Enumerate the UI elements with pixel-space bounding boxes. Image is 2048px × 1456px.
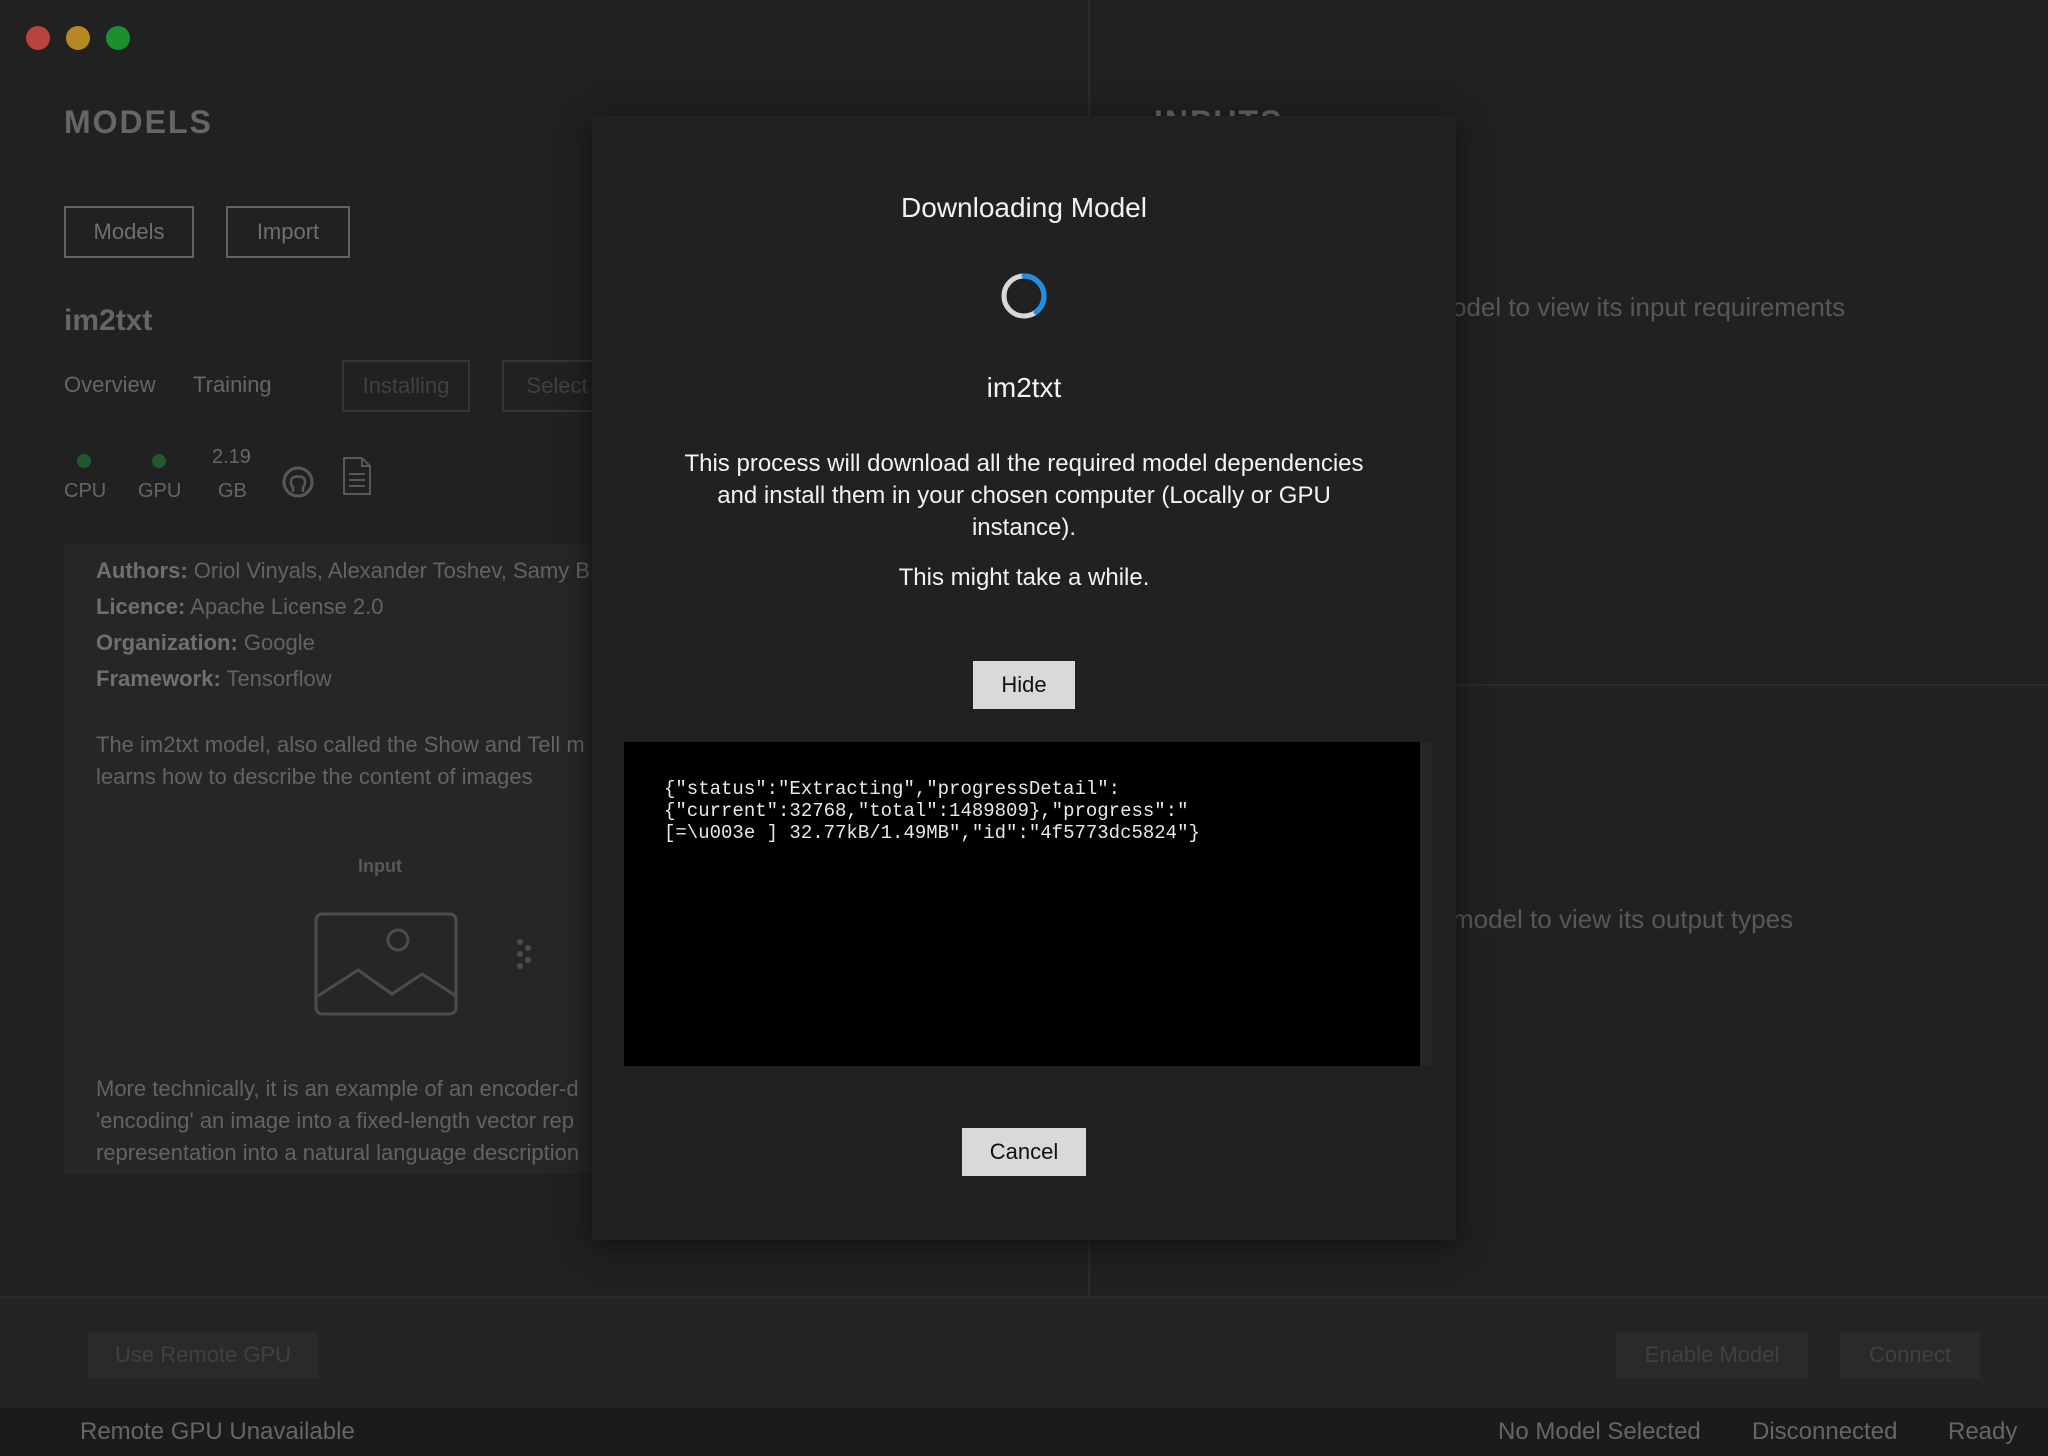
modal-overlay: Downloading Model im2txt This process wi… — [0, 0, 2048, 1456]
modal-model-name: im2txt — [986, 372, 1062, 403]
download-console[interactable]: {"status":"Extracting","progressDetail":… — [624, 742, 1432, 1066]
app-window: MODELS Models Import im2txt Overview Tra… — [0, 0, 2048, 1456]
download-modal: Downloading Model im2txt This process wi… — [592, 116, 1456, 1240]
modal-description: This process will download all the requi… — [684, 450, 1364, 541]
hide-button[interactable]: Hide — [973, 661, 1075, 709]
cancel-button[interactable]: Cancel — [962, 1128, 1086, 1176]
modal-title: Downloading Model — [901, 192, 1147, 223]
loading-spinner-icon — [1000, 272, 1048, 320]
modal-note: This might take a while. — [898, 564, 1150, 591]
console-output: {"status":"Extracting","progressDetail":… — [664, 778, 1200, 844]
